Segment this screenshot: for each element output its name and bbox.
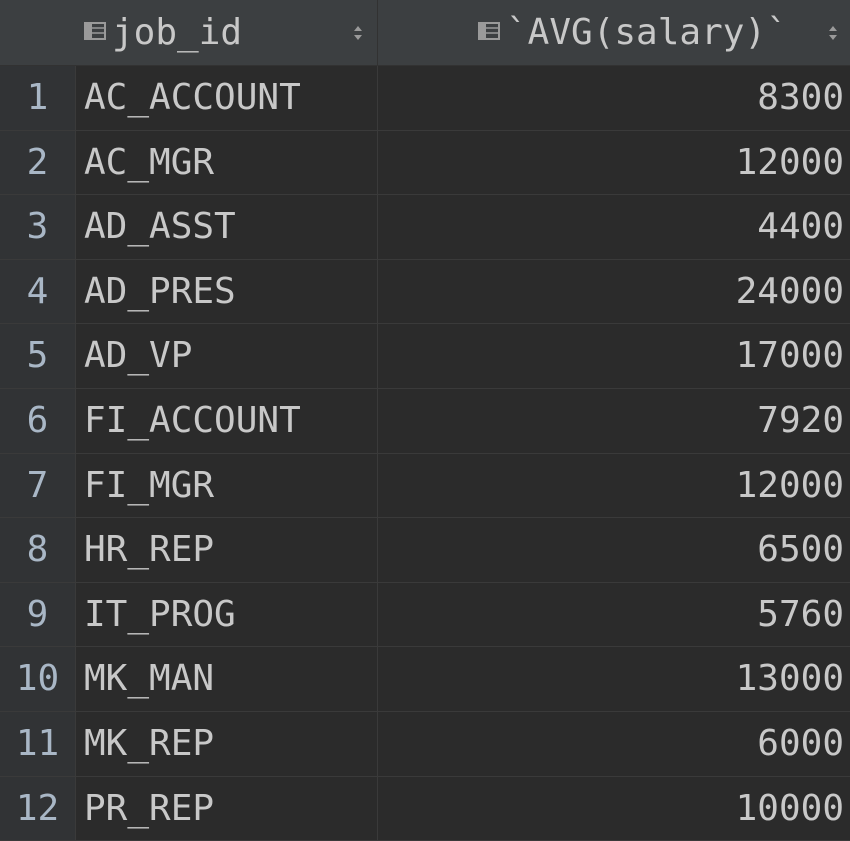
cell-job-id[interactable]: MK_MAN (76, 647, 378, 711)
cell-avg-salary[interactable]: 24000 (378, 259, 850, 324)
row-number[interactable]: 10 (0, 647, 76, 711)
row-number[interactable]: 3 (0, 195, 76, 259)
cell-avg-salary[interactable]: 17000 (378, 324, 850, 388)
cell-avg-salary[interactable]: 7920 (378, 388, 850, 453)
sort-icon[interactable] (353, 24, 363, 42)
cell-job-id[interactable]: FI_MGR (76, 453, 378, 518)
cell-job-id[interactable]: PR_REP (76, 776, 378, 841)
table-row: 11 MK_REP 6000 (0, 711, 850, 777)
table-column-icon (478, 22, 500, 40)
column-header-label: job_id (112, 12, 243, 53)
table-row: 1 AC_ACCOUNT 8300 (0, 66, 850, 131)
table-row: 4 AD_PRES 24000 (0, 259, 850, 325)
cell-job-id[interactable]: AC_MGR (76, 130, 378, 195)
cell-job-id[interactable]: AD_VP (76, 324, 378, 388)
table-row: 7 FI_MGR 12000 (0, 453, 850, 519)
cell-avg-salary[interactable]: 6500 (378, 518, 850, 582)
row-number[interactable]: 8 (0, 518, 76, 582)
cell-avg-salary[interactable]: 10000 (378, 776, 850, 841)
header-corner[interactable] (0, 0, 76, 65)
table-row: 2 AC_MGR 12000 (0, 130, 850, 196)
row-number[interactable]: 2 (0, 130, 76, 195)
row-number[interactable]: 1 (0, 66, 76, 130)
cell-job-id[interactable]: HR_REP (76, 518, 378, 582)
row-number[interactable]: 4 (0, 259, 76, 324)
row-number[interactable]: 5 (0, 324, 76, 388)
cell-avg-salary[interactable]: 5760 (378, 582, 850, 647)
table-row: 9 IT_PROG 5760 (0, 582, 850, 648)
row-number[interactable]: 6 (0, 388, 76, 453)
sort-icon[interactable] (828, 24, 838, 42)
row-number[interactable]: 9 (0, 582, 76, 647)
table-row: 3 AD_ASST 4400 (0, 195, 850, 260)
column-header-job-id[interactable]: job_id (76, 0, 378, 65)
table-row: 5 AD_VP 17000 (0, 324, 850, 389)
grid-header: job_id `AVG(salary)` (0, 0, 850, 66)
cell-job-id[interactable]: AD_PRES (76, 259, 378, 324)
cell-avg-salary[interactable]: 8300 (378, 66, 850, 130)
table-row: 6 FI_ACCOUNT 7920 (0, 388, 850, 454)
result-grid: job_id `AVG(salary)` 1 AC_ACCOUNT 8300 2 (0, 0, 850, 841)
cell-avg-salary[interactable]: 4400 (378, 195, 850, 259)
cell-job-id[interactable]: IT_PROG (76, 582, 378, 647)
cell-job-id[interactable]: AC_ACCOUNT (76, 66, 378, 130)
table-row: 10 MK_MAN 13000 (0, 647, 850, 712)
cell-job-id[interactable]: FI_ACCOUNT (76, 388, 378, 453)
cell-avg-salary[interactable]: 12000 (378, 453, 850, 518)
row-number[interactable]: 11 (0, 711, 76, 776)
column-header-avg-salary[interactable]: `AVG(salary)` (378, 0, 850, 65)
table-row: 8 HR_REP 6500 (0, 518, 850, 583)
table-row: 12 PR_REP 10000 (0, 776, 850, 841)
cell-job-id[interactable]: MK_REP (76, 711, 378, 776)
column-header-label: `AVG(salary)` (506, 12, 788, 53)
cell-avg-salary[interactable]: 6000 (378, 711, 850, 776)
row-number[interactable]: 7 (0, 453, 76, 518)
cell-avg-salary[interactable]: 12000 (378, 130, 850, 195)
cell-job-id[interactable]: AD_ASST (76, 195, 378, 259)
table-column-icon (84, 22, 106, 40)
row-number[interactable]: 12 (0, 776, 76, 841)
cell-avg-salary[interactable]: 13000 (378, 647, 850, 711)
